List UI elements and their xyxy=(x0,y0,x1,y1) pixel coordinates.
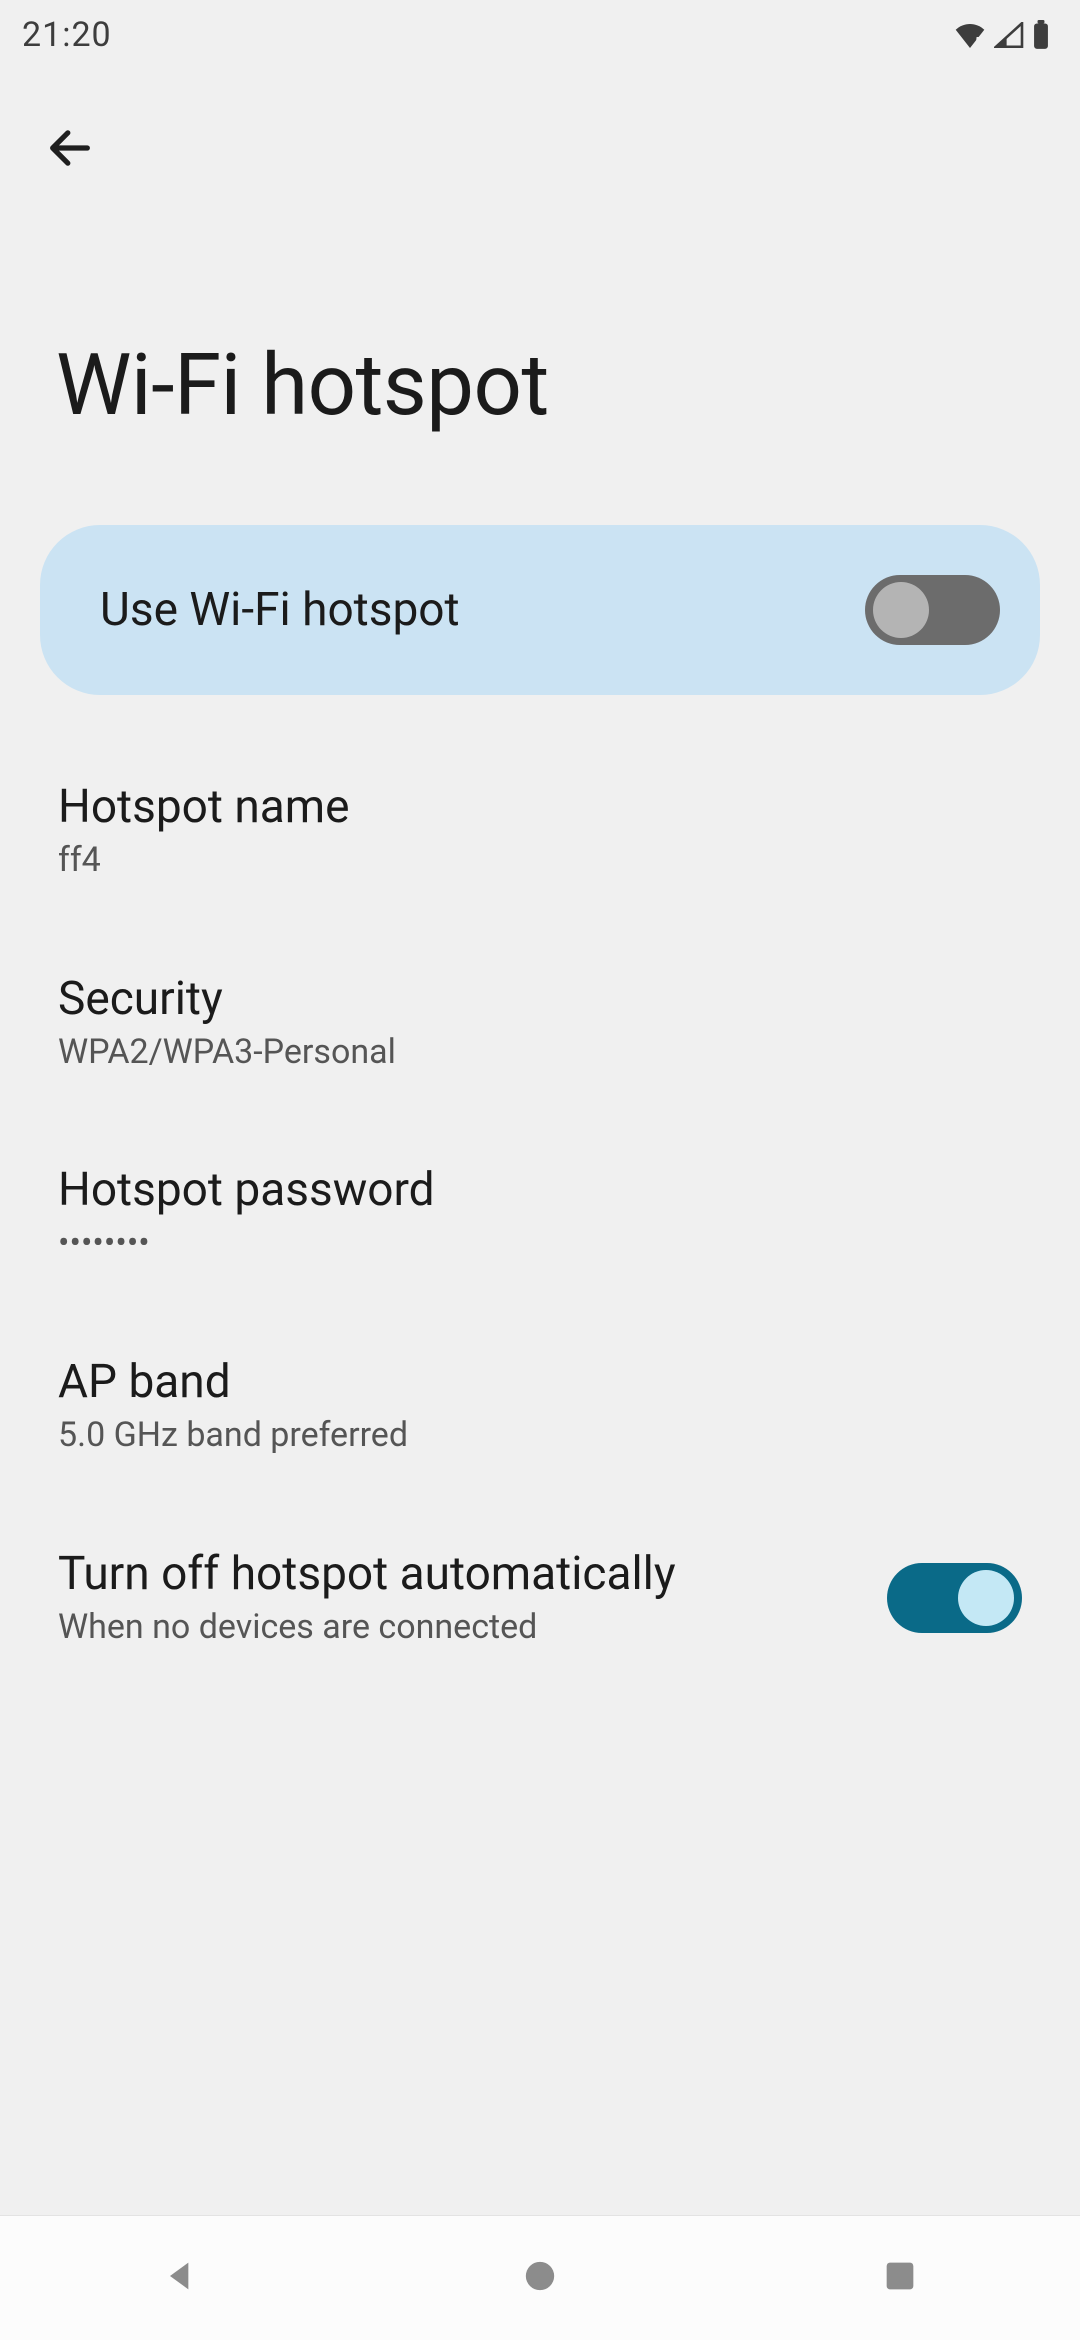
navigation-bar xyxy=(0,2215,1080,2340)
auto-off-switch[interactable] xyxy=(887,1563,1022,1633)
nav-home-button[interactable] xyxy=(440,2216,640,2340)
hotspot-password-value: •••••••• xyxy=(58,1223,435,1264)
page-title: Wi-Fi hotspot xyxy=(30,190,1060,525)
triangle-back-icon xyxy=(160,2256,200,2300)
ap-band-row[interactable]: AP band 5.0 GHz band preferred xyxy=(58,1310,1022,1502)
status-time: 21:20 xyxy=(22,15,112,55)
security-value: WPA2/WPA3-Personal xyxy=(58,1032,396,1073)
ap-band-value: 5.0 GHz band preferred xyxy=(58,1415,408,1456)
auto-off-subtitle: When no devices are connected xyxy=(58,1607,676,1648)
battery-icon xyxy=(1032,20,1050,50)
auto-off-title: Turn off hotspot automatically xyxy=(58,1548,676,1601)
wifi-icon: 5 xyxy=(954,22,986,48)
security-title: Security xyxy=(58,973,396,1026)
hotspot-name-title: Hotspot name xyxy=(58,781,350,834)
use-wifi-hotspot-label: Use Wi-Fi hotspot xyxy=(100,583,460,637)
status-icons: 5 xyxy=(954,20,1050,50)
security-row[interactable]: Security WPA2/WPA3-Personal xyxy=(58,927,1022,1119)
ap-band-title: AP band xyxy=(58,1356,408,1409)
auto-off-row[interactable]: Turn off hotspot automatically When no d… xyxy=(58,1502,1022,1694)
use-wifi-hotspot-switch[interactable] xyxy=(865,575,1000,645)
circle-home-icon xyxy=(520,2256,560,2300)
nav-recents-button[interactable] xyxy=(800,2216,1000,2340)
arrow-left-icon xyxy=(44,122,96,178)
hotspot-password-title: Hotspot password xyxy=(58,1164,435,1217)
use-wifi-hotspot-row[interactable]: Use Wi-Fi hotspot xyxy=(40,525,1040,695)
square-recents-icon xyxy=(880,2256,920,2300)
nav-back-button[interactable] xyxy=(80,2216,280,2340)
hotspot-name-row[interactable]: Hotspot name ff4 xyxy=(58,735,1022,927)
hotspot-name-value: ff4 xyxy=(58,840,350,881)
svg-text:5: 5 xyxy=(975,34,982,48)
hotspot-password-row[interactable]: Hotspot password •••••••• xyxy=(58,1118,1022,1310)
signal-icon xyxy=(994,22,1024,48)
back-button[interactable] xyxy=(30,110,110,190)
status-bar: 21:20 5 xyxy=(0,0,1080,70)
